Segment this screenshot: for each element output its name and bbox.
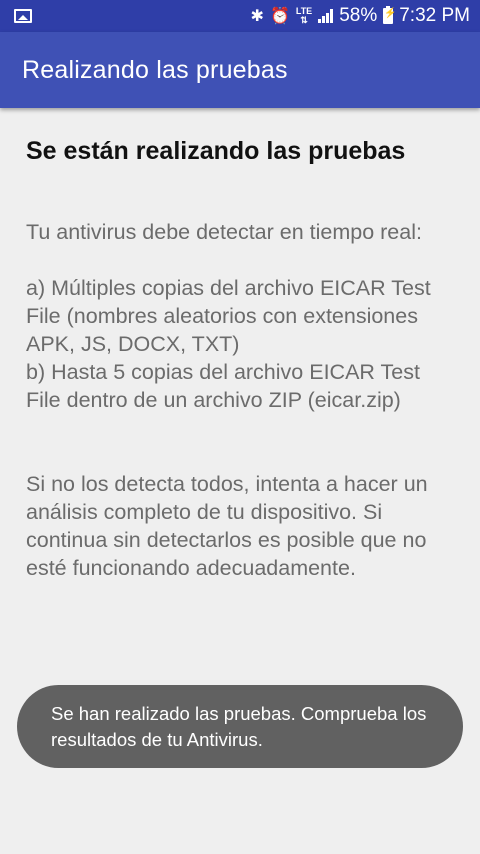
advice-paragraph: Si no los detecta todos, intenta a hacer…	[26, 472, 428, 580]
lte-arrows-icon: ⇅	[300, 15, 308, 25]
signal-icon	[318, 9, 334, 23]
toast-notification: Se han realizado las pruebas. Comprueba …	[17, 685, 463, 768]
intro-paragraph: Tu antivirus debe detectar en tiempo rea…	[26, 220, 422, 244]
alarm-icon: ⏰	[269, 6, 290, 25]
battery-percentage: 58%	[339, 5, 378, 26]
gallery-icon	[14, 9, 32, 23]
status-right: ✱ ⏰ LTE ⇅ 58% 7:32 PM	[251, 5, 470, 27]
toast-message: Se han realizado las pruebas. Comprueba …	[51, 702, 427, 750]
clock: 7:32 PM	[399, 5, 470, 26]
app-title: Realizando las pruebas	[22, 55, 288, 84]
battery-icon	[383, 6, 397, 24]
app-bar: Realizando las pruebas	[0, 32, 480, 108]
status-bar: ✱ ⏰ LTE ⇅ 58% 7:32 PM	[0, 0, 480, 32]
status-left	[14, 9, 32, 23]
bluetooth-icon: ✱	[250, 6, 264, 25]
lte-icon: LTE ⇅	[296, 7, 312, 25]
main-content: Se están realizando las pruebas Tu antiv…	[26, 134, 458, 582]
page-heading: Se están realizando las pruebas	[26, 137, 406, 165]
test-list-paragraph: a) Múltiples copias del archivo EICAR Te…	[26, 276, 431, 412]
